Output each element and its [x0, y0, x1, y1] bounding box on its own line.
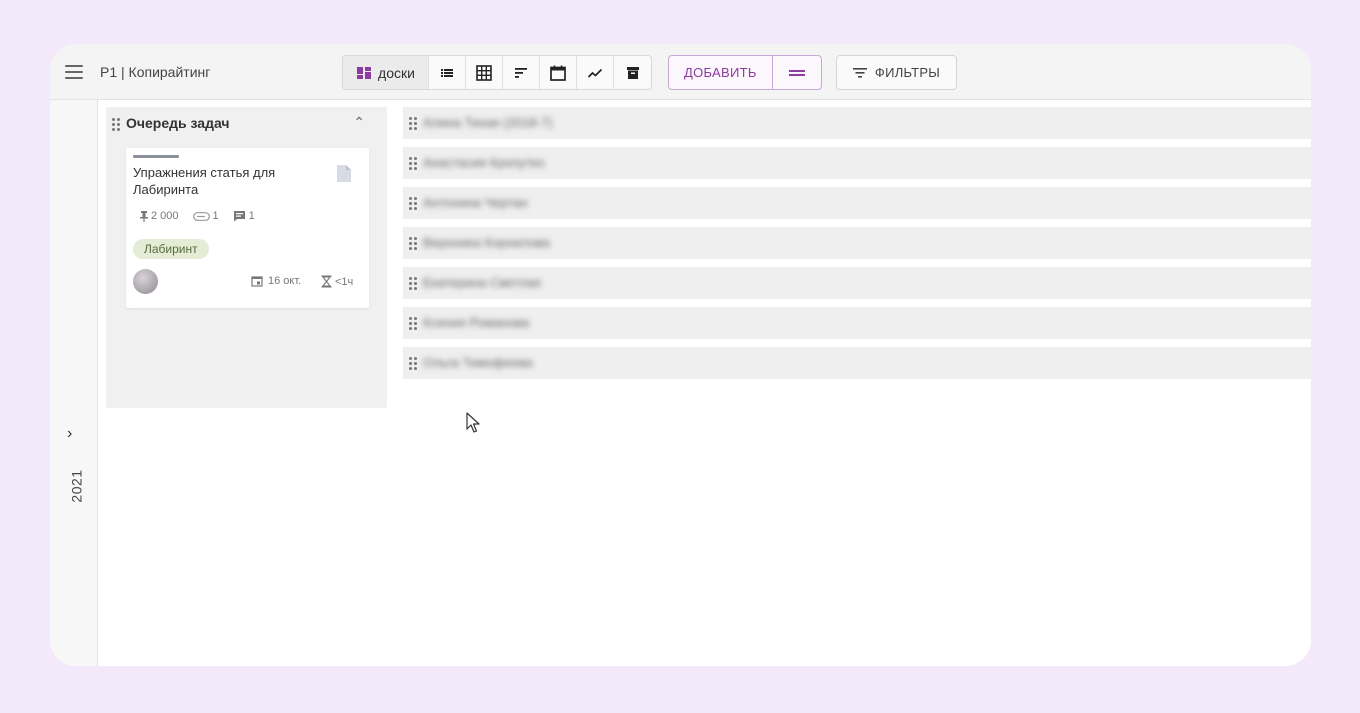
swimlane-name: Алина Тихая (2018-7)	[423, 115, 553, 130]
time-estimate-value: <1ч	[335, 275, 354, 288]
boards-icon	[357, 66, 372, 79]
drag-handle-icon[interactable]	[409, 237, 417, 250]
drag-handle-icon[interactable]	[409, 117, 417, 130]
add-button-group: ДОБАВИТЬ	[668, 55, 822, 90]
swimlane-row[interactable]: Антонина Чертан	[403, 187, 1311, 219]
drag-handle-icon[interactable]	[409, 317, 417, 330]
card-color-stripe	[133, 155, 179, 158]
filters-label: ФИЛЬТРЫ	[874, 65, 941, 80]
avatar[interactable]	[133, 269, 158, 294]
column-title: Очередь задач	[126, 115, 230, 131]
board-column: Очередь задач ⌃ Упражнения статья для Ла…	[106, 107, 387, 408]
swimlane-name: Вероника Корнилова	[423, 235, 551, 250]
swimlane-row[interactable]: Ольга Тимофеева	[403, 347, 1311, 379]
swimlane-name: Ксения Романова	[423, 315, 530, 330]
view-sort-button[interactable]	[503, 56, 540, 89]
add-menu-button[interactable]	[773, 56, 821, 89]
sort-icon	[515, 67, 527, 78]
view-switcher: доски	[342, 55, 652, 90]
due-date-value: 16 окт.	[268, 275, 302, 287]
comments-count: 1	[233, 210, 255, 222]
app-window: Р1 | Копирайтинг доски ДОБАВИТЬ ФИЛЬТРЫ …	[50, 44, 1311, 666]
swimlane-name: Анастасия Кропутко	[423, 155, 545, 170]
view-boards-button[interactable]: доски	[343, 56, 429, 89]
swimlane-name: Ольга Тимофеева	[423, 355, 533, 370]
swimlane-row[interactable]: Вероника Корнилова	[403, 227, 1311, 259]
calendar-icon	[251, 276, 263, 287]
swimlane-row[interactable]: Ксения Романова	[403, 307, 1311, 339]
swimlane-row[interactable]: Екатерина Светлая	[403, 267, 1311, 299]
swimlane-row[interactable]: Анастасия Кропутко	[403, 147, 1311, 179]
attachment-icon	[192, 211, 210, 221]
swimlanes: Алина Тихая (2018-7) Анастасия Кропутко …	[403, 107, 1311, 387]
list-icon	[441, 68, 453, 77]
drag-handle-icon[interactable]	[409, 157, 417, 170]
pin-icon	[140, 210, 148, 222]
attachments-count: 1	[192, 210, 219, 222]
comment-icon	[233, 211, 245, 222]
chart-icon	[587, 68, 603, 78]
chevron-up-icon[interactable]: ⌃	[353, 114, 365, 131]
view-archive-button[interactable]	[614, 56, 651, 89]
time-estimate: <1ч	[321, 275, 353, 288]
add-button[interactable]: ДОБАВИТЬ	[669, 56, 773, 89]
filter-icon	[852, 67, 867, 78]
hourglass-icon	[321, 275, 332, 288]
attachments-value: 1	[212, 210, 219, 222]
top-toolbar: Р1 | Копирайтинг доски ДОБАВИТЬ ФИЛЬТРЫ	[50, 44, 1311, 100]
filters-button[interactable]: ФИЛЬТРЫ	[836, 55, 957, 90]
drag-handle-icon[interactable]	[409, 197, 417, 210]
view-table-button[interactable]	[466, 56, 503, 89]
chevron-right-icon[interactable]: ›	[67, 425, 72, 443]
page-title: Р1 | Копирайтинг	[100, 64, 211, 80]
view-list-button[interactable]	[429, 56, 466, 89]
equals-icon	[788, 69, 805, 76]
swimlane-name: Екатерина Светлая	[423, 275, 541, 290]
archive-icon	[626, 66, 639, 79]
view-calendar-button[interactable]	[540, 56, 577, 89]
swimlane-row[interactable]: Алина Тихая (2018-7)	[403, 107, 1311, 139]
view-boards-label: доски	[378, 64, 415, 81]
task-card[interactable]: Упражнения статья для Лабиринта 2 000 1 …	[126, 148, 369, 308]
drag-handle-icon[interactable]	[112, 118, 120, 131]
card-meta: 2 000 1 1	[140, 210, 269, 222]
mouse-cursor-icon	[466, 412, 480, 439]
grid-icon	[476, 64, 492, 81]
swimlane-name: Антонина Чертан	[423, 195, 528, 210]
chars-value: 2 000	[151, 210, 179, 222]
document-icon	[336, 164, 352, 188]
menu-icon[interactable]	[65, 65, 83, 79]
due-date: 16 окт.	[251, 275, 301, 287]
year-sidebar: › 2021	[50, 100, 98, 666]
column-header: Очередь задач ⌃	[106, 107, 387, 139]
drag-handle-icon[interactable]	[409, 357, 417, 370]
card-title: Упражнения статья для Лабиринта	[133, 165, 276, 197]
drag-handle-icon[interactable]	[409, 277, 417, 290]
card-tag[interactable]: Лабиринт	[133, 239, 209, 259]
view-chart-button[interactable]	[577, 56, 614, 89]
chars-count: 2 000	[140, 210, 179, 222]
comments-value: 1	[248, 210, 255, 222]
calendar-icon	[550, 65, 566, 81]
year-label[interactable]: 2021	[69, 469, 85, 502]
